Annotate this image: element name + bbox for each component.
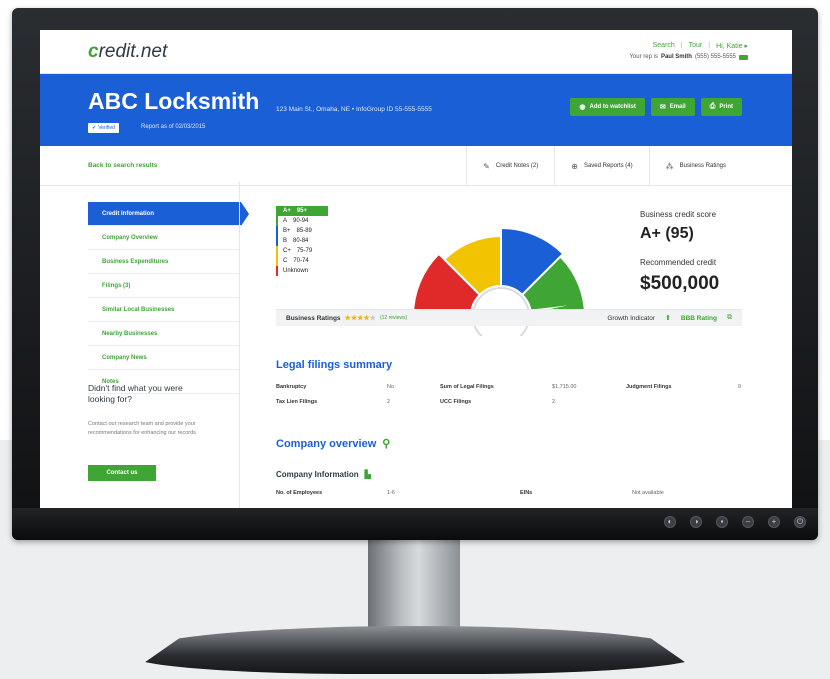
business-ratings-label: Business Ratings xyxy=(286,314,341,322)
grade-row: Unknown xyxy=(276,266,328,276)
ucc-filings-value: 2 xyxy=(552,399,556,405)
search-icon[interactable]: ⚲ xyxy=(382,437,390,450)
grade-letter: A xyxy=(283,218,288,224)
recommended-credit-value: $500,000 xyxy=(640,273,720,294)
credit-score-value: A+ (95) xyxy=(640,225,694,242)
menu-icon[interactable]: ◐ xyxy=(664,516,676,528)
grade-letter: B xyxy=(283,238,288,244)
tax-lien-filings-value: 2 xyxy=(387,399,391,405)
growth-indicator-label: Growth Indicator xyxy=(607,314,656,322)
help-text: Contact our research team and provide yo… xyxy=(88,421,198,436)
grade-letter: C xyxy=(283,258,288,264)
employees-value: 1-6 xyxy=(387,490,395,496)
grade-letter: B+ xyxy=(283,228,291,234)
grade-row: C 70-74 xyxy=(276,256,328,266)
sidebar-item-company-news[interactable]: Company News xyxy=(88,346,240,370)
sidebar-item-nearby-businesses[interactable]: Nearby Businesses xyxy=(88,322,240,346)
grade-range: 75-79 xyxy=(296,248,313,254)
grade-row: A 90-94 xyxy=(276,216,328,226)
legal-filings-title: Legal filings summary xyxy=(276,359,393,371)
grade-row: B+ 85-89 xyxy=(276,226,328,236)
sidebar: Credit Information Company Overview Busi… xyxy=(88,202,249,394)
grade-legend: A+ 95+ A 90-94 B+ 85-89 B 80-84 C+ 75-79 C 70-74 Unk… xyxy=(276,206,328,276)
building-icon: ▙ xyxy=(364,470,371,479)
plus-icon[interactable]: + xyxy=(768,516,780,528)
credit-score-label: Business credit score xyxy=(640,210,717,219)
sidebar-divider xyxy=(239,182,240,508)
help-title: Didn't find what you were looking for? xyxy=(88,383,183,404)
bankruptcy-label: Bankruptcy xyxy=(276,384,307,390)
brightness-icon[interactable]: ◑ xyxy=(690,516,702,528)
bankruptcy-value: No xyxy=(387,384,395,390)
ratings-bar: Business Ratings ★★★★★ (12 reviews) Grow… xyxy=(276,309,742,326)
monitor-controls: ◐ ◑ ▪ – + ⏻ xyxy=(664,516,806,528)
grade-range: 90-94 xyxy=(293,218,309,224)
power-icon[interactable]: ⏻ xyxy=(794,516,806,528)
tax-lien-filings-label: Tax Lien Filings xyxy=(276,399,318,405)
sum-legal-filings-value: $1,715.00 xyxy=(552,384,577,390)
grade-range: Unknown xyxy=(283,268,309,274)
input-icon[interactable]: ▪ xyxy=(716,516,728,528)
rating-stars: ★★★★★ xyxy=(345,314,376,322)
sidebar-item-company-overview[interactable]: Company Overview xyxy=(88,226,240,250)
bbb-rating-link[interactable]: BBB Rating xyxy=(681,315,717,322)
screen-content: Credit Information Company Overview Busi… xyxy=(40,30,792,508)
grade-letter: A+ xyxy=(283,208,291,214)
sidebar-item-similar-local-businesses[interactable]: Similar Local Businesses xyxy=(88,298,240,322)
contact-us-button[interactable]: Contact us xyxy=(88,465,156,481)
grade-range: 70-74 xyxy=(293,258,309,264)
ucc-filings-label: UCC Filings xyxy=(440,399,472,405)
minus-icon[interactable]: – xyxy=(742,516,754,528)
grade-letter: C+ xyxy=(283,248,291,254)
employees-label: No. of Employees xyxy=(276,490,323,496)
eins-label: EINs xyxy=(520,490,533,496)
sidebar-item-credit-information[interactable]: Credit Information xyxy=(88,202,249,226)
company-overview-title: Company overview ⚲ xyxy=(276,437,391,451)
grade-range: 80-84 xyxy=(293,238,309,244)
recommended-credit-label: Recommended credit xyxy=(640,258,717,267)
judgment-filings-value: 0 xyxy=(738,384,742,390)
arrow-up-icon: ⬆ xyxy=(665,315,671,322)
judgment-filings-label: Judgment Filings xyxy=(626,384,672,390)
monitor-stand-neck xyxy=(368,540,460,640)
grade-row: B 80-84 xyxy=(276,236,328,246)
company-information-title: Company Information ▙ xyxy=(276,470,371,479)
grade-range: 95+ xyxy=(296,208,308,214)
sum-legal-filings-label: Sum of Legal Filings xyxy=(440,384,494,390)
grade-row: C+ 75-79 xyxy=(276,246,328,256)
sidebar-item-filings[interactable]: Filings (3) xyxy=(88,274,240,298)
external-link-icon[interactable]: ⧉ xyxy=(727,314,732,322)
eins-value: Not available xyxy=(632,490,664,496)
grade-range: 85-89 xyxy=(296,228,312,234)
sidebar-item-business-expenditures[interactable]: Business Expenditures xyxy=(88,250,240,274)
reviews-link[interactable]: (12 reviews) xyxy=(380,315,407,321)
grade-row: A+ 95+ xyxy=(276,206,328,216)
star-empty-icon: ★ xyxy=(369,315,376,322)
